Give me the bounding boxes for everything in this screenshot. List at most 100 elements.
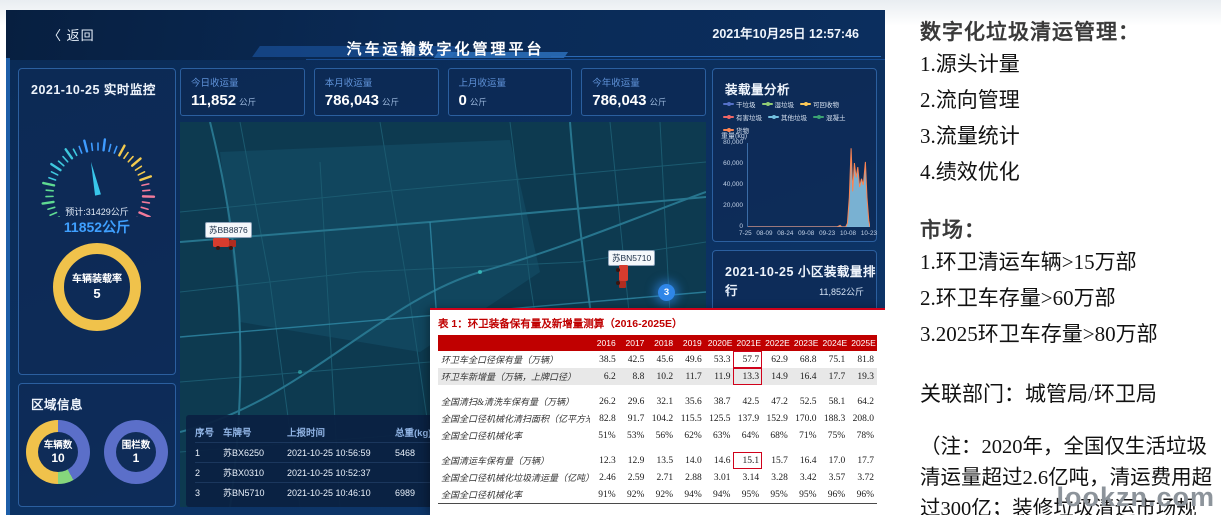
legend-item[interactable]: 干垃圾 bbox=[723, 99, 756, 109]
report-cell: 91.7 bbox=[627, 413, 645, 424]
table-cell: 苏BN5710 bbox=[223, 488, 265, 498]
report-header-row: 2016 2017 2018 2019 2020E 2021E 2022E 2023E 2024… bbox=[438, 335, 877, 351]
stat-value: 786,043 bbox=[324, 92, 379, 109]
y-tick: 0 bbox=[739, 223, 743, 230]
report-cell: 92% bbox=[647, 486, 677, 504]
stat-card: 上月收运量 0 公斤 bbox=[447, 68, 573, 116]
legend-item[interactable]: 可回收物 bbox=[800, 99, 839, 109]
chart-legend[interactable]: 干垃圾 湿垃圾 可回收物 有害垃圾 其他垃圾 混凝土 货物 bbox=[723, 99, 871, 135]
report-row-label: 环卫车新增量（万辆，上牌口径） bbox=[438, 368, 591, 385]
report-cell: 63% bbox=[713, 430, 731, 441]
donut-label: 围栏数 bbox=[121, 440, 151, 451]
dashboard: 〈 返回 汽车运输数字化管理平台 2021年10月25日 12:57:46 20… bbox=[6, 10, 885, 515]
legend-marker-icon bbox=[723, 115, 734, 119]
report-cell: 82.8 bbox=[599, 413, 616, 424]
table-cell: 苏BX6250 bbox=[223, 448, 265, 458]
legend-item[interactable]: 其他垃圾 bbox=[768, 112, 807, 122]
note-list-item: 3.流量统计 bbox=[920, 124, 1020, 148]
table-header-row: 序号车牌号上报时间总重(kg)载重 bbox=[195, 422, 464, 442]
report-cell: 125.5 bbox=[709, 413, 731, 424]
truck-icon[interactable] bbox=[213, 237, 237, 250]
report-cell: 62% bbox=[684, 430, 702, 441]
stat-label: 今日收运量 bbox=[191, 78, 239, 89]
legend-item[interactable]: 有害垃圾 bbox=[723, 112, 762, 122]
report-year-header: 2020E bbox=[704, 335, 734, 351]
stat-value-wrap: 0 公斤 bbox=[459, 92, 562, 110]
notes-heading: 数字化垃圾清运管理： bbox=[920, 21, 1140, 44]
donut-label: 车辆数 bbox=[43, 440, 73, 451]
stat-card: 今年收运量 786,043 公斤 bbox=[581, 68, 706, 116]
report-cell: 42.5 bbox=[627, 354, 645, 365]
legend-item[interactable]: 湿垃圾 bbox=[761, 99, 794, 109]
report-cell: 2.46 bbox=[599, 472, 616, 483]
report-year-header: 2022E bbox=[762, 335, 791, 351]
report-cell: 3.72 bbox=[857, 472, 874, 483]
report-row-label: 全国全口径机械化率 bbox=[438, 486, 591, 504]
topbar-decoration-line bbox=[306, 59, 885, 60]
x-tick: 7-25 bbox=[739, 230, 752, 237]
stat-value: 786,043 bbox=[592, 92, 647, 109]
report-cell: 38.7 bbox=[713, 396, 731, 407]
report-cell: 15.1 bbox=[733, 452, 763, 469]
legend-item[interactable]: 混凝土 bbox=[813, 112, 846, 122]
report-row-label: 全国清运车保有量（万辆） bbox=[441, 456, 550, 466]
x-tick: 08-09 bbox=[756, 230, 773, 237]
legend-label: 混凝土 bbox=[826, 115, 846, 122]
report-cell: 53% bbox=[626, 430, 645, 441]
legend-label: 有害垃圾 bbox=[736, 115, 762, 122]
equipment-forecast-table: 表 1：环卫装备保有量及新增量测算（2016-2025E） 2016 2017 20… bbox=[430, 308, 885, 515]
region-donuts: 车辆数 10 围栏数 1 bbox=[19, 420, 175, 484]
report-cell: 35.6 bbox=[685, 396, 702, 407]
load-rate-value: 5 bbox=[93, 286, 101, 301]
report-cell: 57.7 bbox=[733, 351, 763, 368]
report-row: 环卫车全口径保有量（万辆） 38.5 42.5 45.6 49.6 53.3 57.7 62.… bbox=[438, 351, 877, 368]
report-cell: 3.28 bbox=[771, 472, 788, 483]
report-cell: 2.59 bbox=[627, 472, 645, 483]
report-cell: 10.2 bbox=[647, 368, 677, 385]
stat-card: 本月收运量 786,043 公斤 bbox=[313, 68, 439, 116]
market-heading: 市场： bbox=[920, 219, 986, 242]
related-departments: 关联部门：城管局/环卫局 bbox=[920, 382, 1157, 406]
market-list-item: 2.环卫车存量>60万部 bbox=[920, 286, 1116, 310]
market-list: 1.环卫清运车辆>15万部 2.环卫车存量>60万部 3.2025环卫车存量>80万… bbox=[920, 244, 1214, 352]
legend-marker-icon bbox=[723, 102, 734, 106]
report-cell: 45.6 bbox=[656, 354, 674, 365]
rank-value: 11,852公斤 bbox=[819, 287, 864, 297]
x-tick: 08-24 bbox=[777, 230, 794, 237]
loading-analysis-title: 装载量分析 bbox=[725, 83, 791, 97]
y-tick: 80,000 bbox=[723, 139, 743, 146]
report-cell: 95% bbox=[790, 486, 820, 504]
y-tick: 40,000 bbox=[723, 181, 743, 188]
table-row[interactable]: 3苏BN57102021-10-25 10:46:106989349 bbox=[195, 482, 464, 502]
truck-icon[interactable] bbox=[616, 265, 629, 289]
report-cell: 53.3 bbox=[713, 354, 731, 365]
report-cell: 11.9 bbox=[704, 368, 734, 385]
report-cell: 170.0 bbox=[795, 413, 817, 424]
legend-marker-icon bbox=[768, 115, 779, 119]
report-cell: 2.88 bbox=[685, 472, 702, 483]
report-cell: 12.3 bbox=[599, 455, 616, 466]
region-donut: 车辆数 10 bbox=[26, 420, 90, 484]
stat-unit: 公斤 bbox=[469, 97, 487, 107]
report-cell: 56% bbox=[655, 430, 674, 441]
notes-list: 1.源头计量 2.流向管理 3.流量统计 4.绩效优化 bbox=[920, 46, 1214, 190]
report-cell: 49.6 bbox=[685, 354, 702, 365]
report-row: 全国全口径机械化清扫面积（亿平方米） 82.8 91.7 104.2 115.5 125.… bbox=[438, 410, 877, 427]
vehicle-load-rate-donut: 车辆装载率 5 bbox=[53, 243, 141, 331]
table-cell: 2021-10-25 10:52:37 bbox=[287, 467, 371, 478]
report-row-label: 全国全口径机械化率 bbox=[441, 431, 523, 441]
report-year-header: 2016 bbox=[590, 335, 619, 351]
report-cell: 19.3 bbox=[848, 368, 877, 385]
y-tick: 60,000 bbox=[723, 160, 743, 167]
cluster-badge[interactable]: 3 bbox=[658, 284, 675, 301]
stat-unit: 公斤 bbox=[239, 97, 257, 107]
report-cell: 152.9 bbox=[766, 413, 788, 424]
column-header: 序号 bbox=[195, 428, 215, 439]
x-tick: 10-08 bbox=[839, 230, 857, 237]
legend-label: 其他垃圾 bbox=[781, 115, 807, 122]
table-row[interactable]: 1苏BX62502021-10-25 10:56:595468-17 bbox=[195, 442, 464, 462]
table-cell: 1 bbox=[195, 447, 201, 458]
report-row: 全国全口径机械化率 91% 92% 92% 94% 94% 95% 95% 95% 96% 96% bbox=[438, 486, 877, 504]
table-row[interactable]: 2苏BX03102021-10-25 10:52:370 bbox=[195, 462, 464, 482]
stat-value: 0 bbox=[458, 92, 467, 109]
